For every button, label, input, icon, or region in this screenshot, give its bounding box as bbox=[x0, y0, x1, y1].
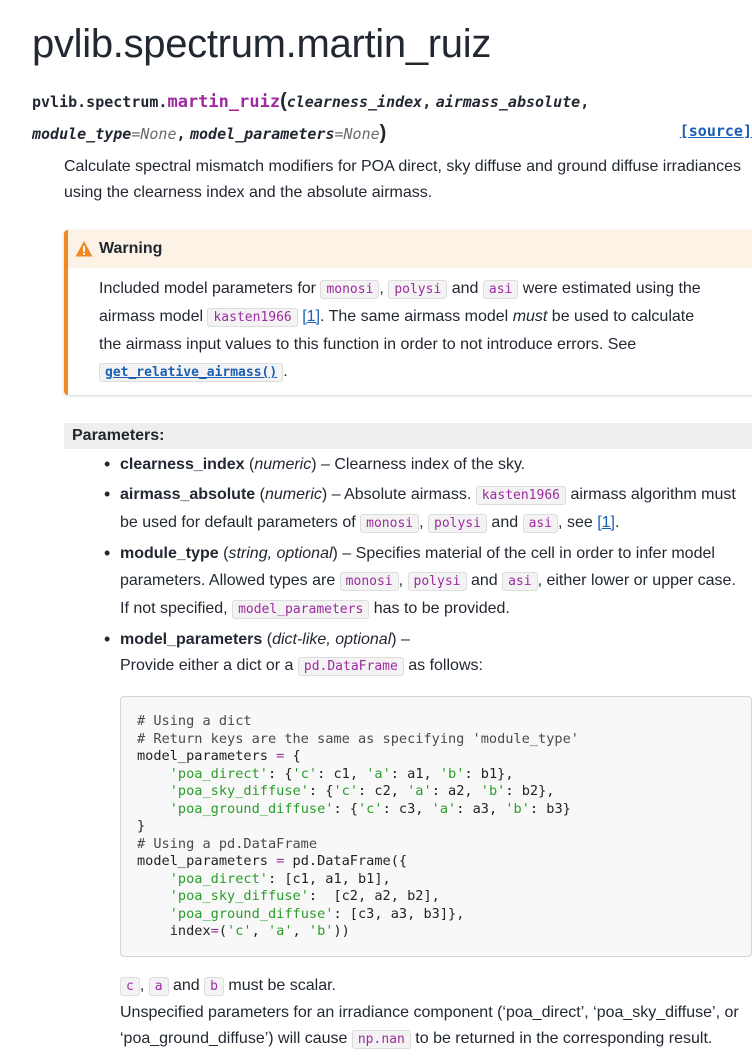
code-comment: # Using a pd.DataFrame bbox=[137, 835, 318, 852]
param-type: dict-like, optional bbox=[272, 631, 392, 648]
code-literal: c bbox=[120, 977, 140, 996]
signature-module: pvlib.spectrum. bbox=[32, 93, 168, 111]
source-link[interactable]: [source] bbox=[680, 122, 752, 140]
code-line: 'poa_ground_diffuse': {'c': c3, 'a': a3,… bbox=[169, 800, 571, 817]
code-literal: asi bbox=[482, 280, 519, 299]
code-comment: # Return keys are the same as specifying… bbox=[137, 730, 579, 747]
code-literal: polysi bbox=[428, 514, 487, 533]
warning-icon bbox=[75, 241, 93, 257]
signature-open-paren: ( bbox=[280, 90, 287, 112]
emphasis-must: must bbox=[512, 308, 548, 325]
warning-admonition: Warning Included model parameters for mo… bbox=[64, 230, 752, 395]
code-literal: monosi bbox=[339, 572, 399, 591]
code-line: } bbox=[137, 818, 146, 834]
code-literal: model_parameters bbox=[232, 600, 370, 619]
param-description: – Clearness index of the sky. bbox=[316, 456, 526, 473]
signature-arg-clearness-index: clearness_index bbox=[286, 93, 423, 111]
signature-equals: = bbox=[334, 125, 344, 143]
function-description: Calculate spectral mismatch modifiers fo… bbox=[64, 158, 742, 201]
signature-comma: , bbox=[422, 93, 432, 111]
code-literal: asi bbox=[502, 572, 538, 591]
warning-text: Included model parameters for monosi, po… bbox=[99, 280, 701, 382]
signature-arg-model-parameters: model_parameters bbox=[189, 125, 335, 143]
code-literal: a bbox=[148, 977, 169, 996]
citation-link[interactable]: [1] bbox=[302, 308, 320, 325]
code-block: # Using a dict # Return keys are the sam… bbox=[120, 696, 752, 957]
signature-close-paren: ) bbox=[379, 122, 387, 144]
unspecified-note: Unspecified parameters for an irradiance… bbox=[120, 1004, 739, 1049]
param-module-type: module_type (string, optional) – Specifi… bbox=[100, 540, 748, 623]
scalar-note: c, a and b must be scalar. bbox=[120, 973, 336, 1000]
code-line: 'poa_sky_diffuse': {'c': c2, 'a': a2, 'b… bbox=[169, 783, 555, 799]
param-type: numeric bbox=[264, 486, 322, 503]
signature-default-value: None bbox=[343, 125, 380, 143]
code-literal: asi bbox=[522, 514, 559, 533]
warning-header: Warning bbox=[68, 230, 752, 268]
code-content: # Using a dict # Return keys are the sam… bbox=[137, 713, 579, 941]
param-airmass-absolute: airmass_absolute (numeric) – Absolute ai… bbox=[100, 481, 748, 537]
code-line: 'poa_direct': [c1, a1, b1], bbox=[169, 870, 391, 887]
param-clearness-index: clearness_index (numeric) – Clearness in… bbox=[100, 451, 748, 478]
param-type: numeric bbox=[254, 456, 312, 473]
parameters-label: Parameters: bbox=[72, 427, 165, 444]
code-literal: polysi bbox=[407, 572, 467, 591]
code-line: index=('c', 'a', 'b')) bbox=[137, 923, 350, 939]
code-literal: monosi bbox=[320, 280, 380, 299]
code-literal: monosi bbox=[360, 514, 420, 533]
get-relative-airmass-link[interactable]: get_relative_airmass() bbox=[99, 363, 284, 382]
code-literal: kasten1966 bbox=[475, 486, 566, 505]
parameters-list: clearness_index (numeric) – Clearness in… bbox=[100, 451, 748, 656]
param-description: – bbox=[396, 631, 410, 648]
signature-default-value: None bbox=[140, 125, 177, 143]
code-literal: polysi bbox=[388, 280, 448, 299]
param-type: string, optional bbox=[228, 545, 333, 562]
function-signature-line2: module_type=None, model_parameters=None) bbox=[32, 122, 386, 145]
page-title: pvlib.spectrum.martin_ruiz bbox=[32, 22, 492, 66]
signature-comma: , bbox=[580, 93, 590, 111]
code-line: model_parameters = pd.DataFrame({ bbox=[137, 853, 408, 869]
signature-comma: , bbox=[176, 125, 186, 143]
citation-link[interactable]: [1] bbox=[597, 514, 615, 531]
code-line: 'poa_sky_diffuse': [c2, a2, b2], bbox=[169, 888, 440, 904]
code-literal: pd.DataFrame bbox=[297, 657, 404, 676]
parameters-header: Parameters: bbox=[64, 423, 752, 449]
param-name: model_parameters bbox=[120, 631, 263, 648]
code-literal: np.nan bbox=[351, 1030, 411, 1049]
code-literal: b bbox=[204, 977, 224, 996]
param-name: clearness_index bbox=[120, 456, 245, 473]
warning-title: Warning bbox=[99, 240, 163, 257]
signature-arg-airmass-absolute: airmass_absolute bbox=[435, 93, 581, 111]
signature-function-name: martin_ruiz bbox=[167, 92, 281, 112]
code-comment: # Using a dict bbox=[137, 713, 252, 729]
signature-arg-module-type: module_type bbox=[32, 125, 132, 143]
code-literal: kasten1966 bbox=[207, 308, 298, 327]
code-line: 'poa_ground_diffuse': [c3, a3, b3]}, bbox=[169, 905, 465, 922]
code-line: 'poa_direct': {'c': c1, 'a': a1, 'b': b1… bbox=[169, 765, 514, 782]
param-name: module_type bbox=[120, 545, 219, 562]
function-signature: pvlib.spectrum.martin_ruiz(clearness_ind… bbox=[32, 90, 589, 113]
param-model-parameters: model_parameters (dict-like, optional) – bbox=[100, 626, 748, 653]
param-name: airmass_absolute bbox=[120, 486, 256, 503]
code-line: model_parameters = { bbox=[137, 748, 301, 764]
provide-text: Provide either a dict or a pd.DataFrame … bbox=[120, 657, 483, 676]
